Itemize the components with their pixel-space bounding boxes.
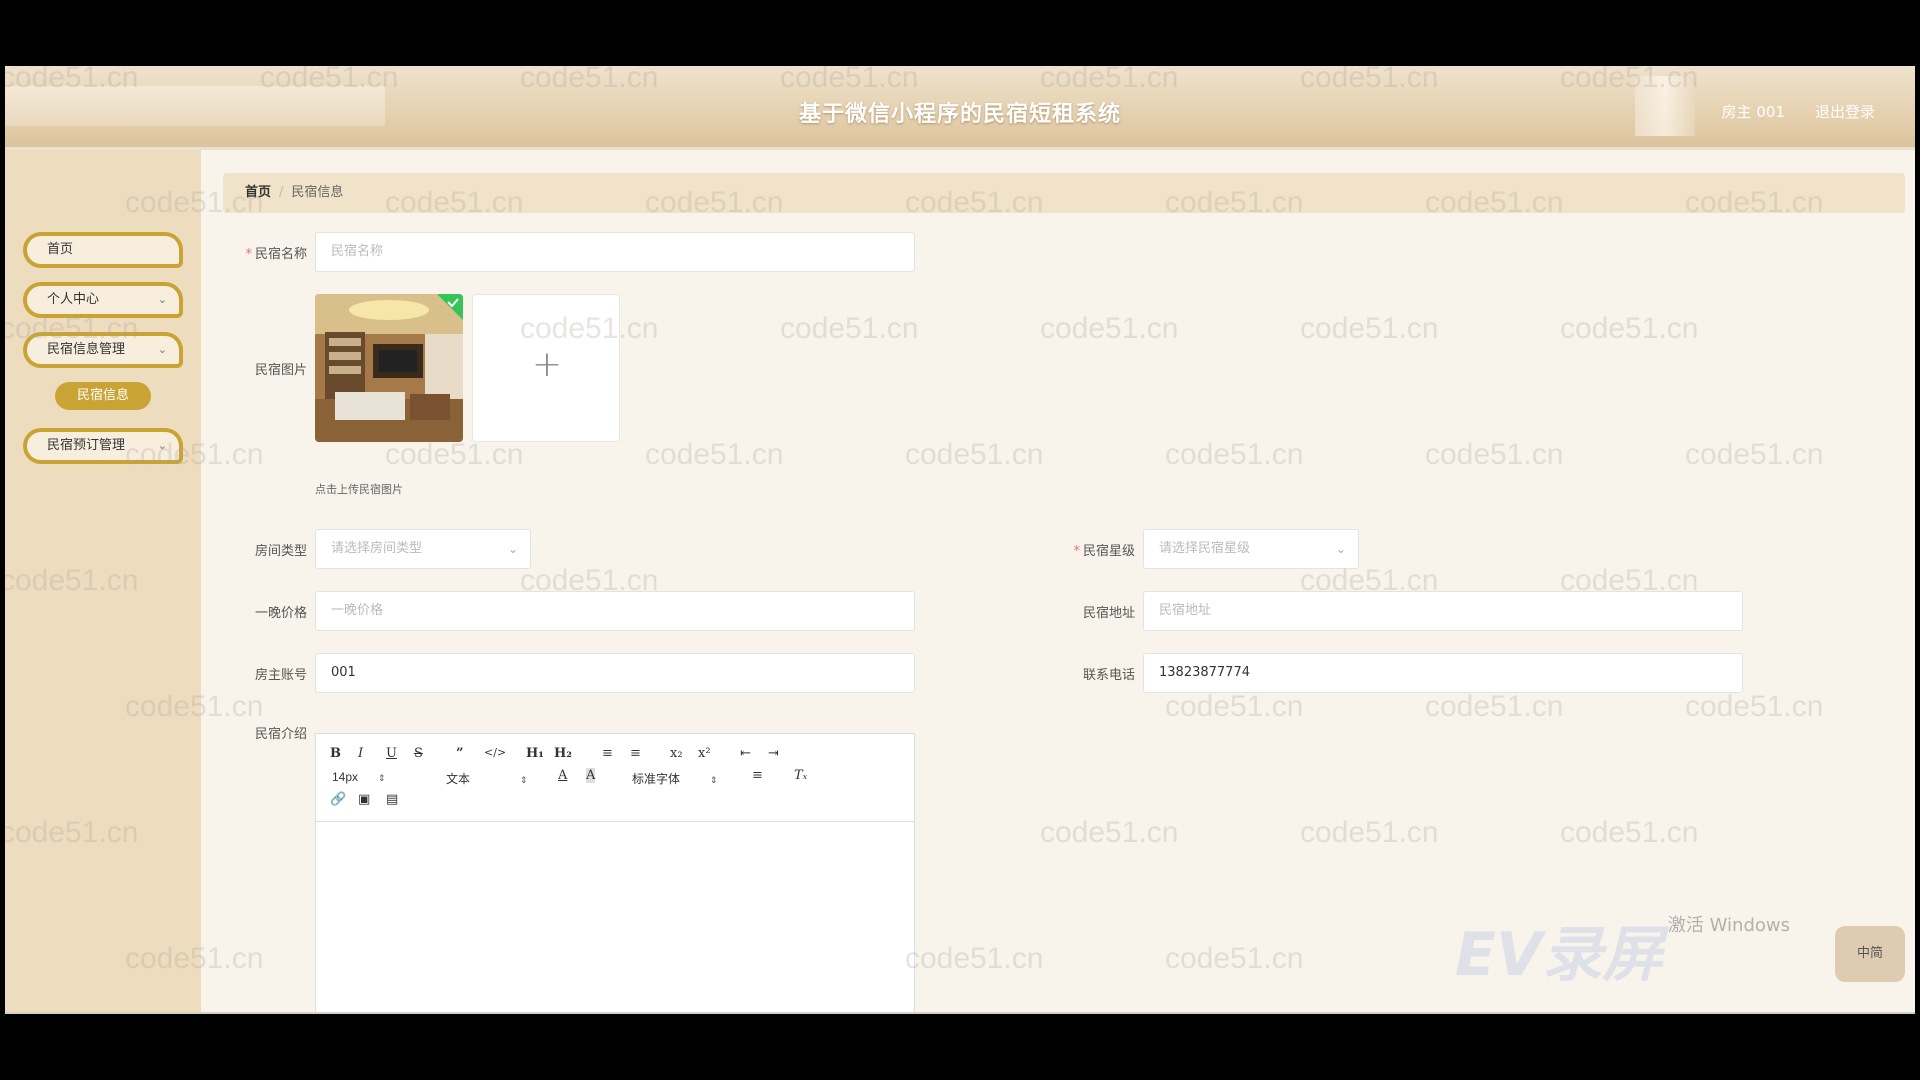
phone-label: 联系电话 xyxy=(1082,668,1135,683)
font-family-select[interactable]: 标准字体 ⇕ xyxy=(632,770,718,787)
align-icon[interactable]: ≡ xyxy=(752,768,763,783)
watermark: code51.cn xyxy=(1040,816,1179,849)
font-size-select[interactable]: 14px ⇕ xyxy=(332,770,386,784)
outdent-icon[interactable]: ⇤ xyxy=(740,746,751,761)
ime-indicator[interactable]: 中简 xyxy=(1835,926,1905,982)
owner-account-input[interactable]: 001 xyxy=(315,653,915,693)
watermark: code51.cn xyxy=(1300,312,1439,345)
superscript-icon[interactable]: x² xyxy=(698,746,711,761)
sidebar-item-personal-center[interactable]: 个人中心 ⌄ xyxy=(23,282,183,318)
breadcrumb-separator: / xyxy=(279,185,284,200)
address-label: 民宿地址 xyxy=(1082,606,1135,621)
watermark: code51.cn xyxy=(1425,690,1564,723)
chevron-down-icon: ⌄ xyxy=(1335,542,1346,556)
sidebar-item-booking-management[interactable]: 民宿预订管理 ⌄ xyxy=(23,428,183,464)
image-label: 民宿图片 xyxy=(254,363,307,378)
text-format-select[interactable]: 文本 ⇕ xyxy=(446,770,528,787)
heading1-icon[interactable]: H₁ xyxy=(526,746,544,761)
watermark: code51.cn xyxy=(1165,690,1304,723)
bottom-divider xyxy=(5,1012,1915,1014)
name-label: * 民宿名称 xyxy=(245,247,307,262)
ordered-list-icon[interactable]: ≡ xyxy=(602,746,613,761)
rich-text-editor: B I U S ” </> H₁ H₂ ≡ ≡ x₂ x² ⇤ ⇥ 14px ⇕ … xyxy=(315,733,915,1014)
watermark: code51.cn xyxy=(1560,312,1699,345)
breadcrumb-home[interactable]: 首页 xyxy=(245,185,271,200)
bullet-list-icon[interactable]: ≡ xyxy=(630,746,641,761)
intro-label: 民宿介绍 xyxy=(254,727,307,742)
windows-activation-notice: 激活 Windows xyxy=(1667,915,1790,936)
indent-icon[interactable]: ⇥ xyxy=(768,746,779,761)
watermark: code51.cn xyxy=(1300,816,1439,849)
room-type-select[interactable]: 请选择房间类型 ⌄ xyxy=(315,529,531,569)
watermark: code51.cn xyxy=(385,438,524,471)
image-icon[interactable]: ▣ xyxy=(358,792,370,807)
subscript-icon[interactable]: x₂ xyxy=(670,746,683,761)
watermark: code51.cn xyxy=(645,438,784,471)
sidebar-subitem-homestay-info[interactable]: 民宿信息 xyxy=(55,382,151,410)
name-input[interactable]: 民宿名称 xyxy=(315,232,915,272)
sidebar: 首页 个人中心 ⌄ 民宿信息管理 ⌄ 民宿信息 民宿预订管理 ⌄ xyxy=(5,150,201,1014)
watermark: code51.cn xyxy=(1165,942,1304,975)
room-type-label: 房间类型 xyxy=(254,544,307,559)
owner-account-label: 房主账号 xyxy=(254,668,307,683)
upload-image-button[interactable]: + xyxy=(472,294,620,442)
price-input[interactable]: 一晚价格 xyxy=(315,591,915,631)
underline-icon[interactable]: U xyxy=(386,746,397,761)
watermark: code51.cn xyxy=(780,312,919,345)
watermark: code51.cn xyxy=(1040,312,1179,345)
sidebar-item-home[interactable]: 首页 xyxy=(23,232,183,268)
clear-format-icon[interactable]: Tₓ xyxy=(794,768,807,783)
bold-icon[interactable]: B xyxy=(330,746,341,761)
sidebar-item-label: 个人中心 xyxy=(47,292,100,307)
plus-icon: + xyxy=(531,344,563,385)
background-color-icon[interactable]: A xyxy=(586,768,596,783)
watermark: code51.cn xyxy=(1560,816,1699,849)
breadcrumb-current: 民宿信息 xyxy=(291,185,344,200)
sidebar-item-label: 首页 xyxy=(47,242,74,257)
watermark: code51.cn xyxy=(1425,438,1564,471)
watermark: code51.cn xyxy=(905,942,1044,975)
chevron-down-icon: ⌄ xyxy=(157,293,167,306)
strikethrough-icon[interactable]: S xyxy=(414,746,423,761)
editor-toolbar: B I U S ” </> H₁ H₂ ≡ ≡ x₂ x² ⇤ ⇥ 14px ⇕ … xyxy=(316,734,914,822)
watermark: code51.cn xyxy=(1165,438,1304,471)
top-header: 基于微信小程序的民宿短租系统 房主 001 退出登录 xyxy=(5,66,1915,150)
watermark: code51.cn xyxy=(1685,690,1824,723)
watermark: code51.cn xyxy=(1685,438,1824,471)
updown-arrow-icon: ⇕ xyxy=(710,775,718,785)
recorder-logo: EV录屏 xyxy=(1455,920,1663,990)
address-input[interactable]: 民宿地址 xyxy=(1143,591,1743,631)
price-label: 一晚价格 xyxy=(254,606,307,621)
sidebar-item-label: 民宿信息管理 xyxy=(47,342,126,357)
app-title: 基于微信小程序的民宿短租系统 xyxy=(798,102,1121,127)
code-block-icon[interactable]: </> xyxy=(484,746,506,759)
chevron-down-icon: ⌄ xyxy=(157,343,167,356)
star-select[interactable]: 请选择民宿星级 ⌄ xyxy=(1143,529,1359,569)
chevron-down-icon: ⌄ xyxy=(507,542,518,556)
sidebar-item-label: 民宿预订管理 xyxy=(47,438,126,453)
user-label: 房主 001 xyxy=(1721,103,1785,121)
font-color-icon[interactable]: A xyxy=(558,768,567,783)
chevron-down-icon: ⌄ xyxy=(157,439,167,452)
link-icon[interactable]: 🔗 xyxy=(330,792,346,807)
updown-arrow-icon: ⇕ xyxy=(378,773,386,783)
phone-input[interactable]: 13823877774 xyxy=(1143,653,1743,693)
watermark: code51.cn xyxy=(905,438,1044,471)
app-window: 基于微信小程序的民宿短租系统 房主 001 退出登录 首页 个人中心 ⌄ 民宿信… xyxy=(5,66,1915,1014)
uploaded-image[interactable] xyxy=(315,294,463,442)
sidebar-item-homestay-management[interactable]: 民宿信息管理 ⌄ xyxy=(23,332,183,368)
star-label: * 民宿星级 xyxy=(1073,544,1135,559)
breadcrumb: 首页 / 民宿信息 xyxy=(223,173,1905,213)
upload-tip: 点击上传民宿图片 xyxy=(315,483,403,496)
heading2-icon[interactable]: H₂ xyxy=(554,746,572,761)
video-icon[interactable]: ▤ xyxy=(386,792,398,807)
updown-arrow-icon: ⇕ xyxy=(520,775,528,785)
italic-icon[interactable]: I xyxy=(358,746,363,761)
logout-link[interactable]: 退出登录 xyxy=(1815,101,1875,122)
blockquote-icon[interactable]: ” xyxy=(456,746,463,761)
